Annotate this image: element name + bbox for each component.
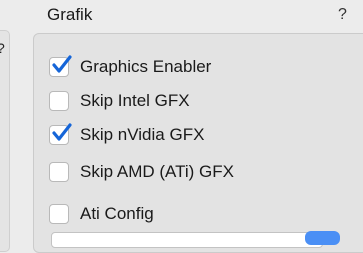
option-skip-amd-gfx[interactable]: Skip AMD (ATi) GFX — [49, 160, 234, 184]
skip-nvidia-gfx-label: Skip nVidia GFX — [80, 125, 205, 144]
help-button[interactable]: ? — [338, 6, 347, 24]
graphics-enabler-label: Graphics Enabler — [80, 57, 212, 76]
adjacent-panel-help-mark[interactable]: ? — [0, 40, 5, 56]
skip-intel-gfx-checkbox[interactable] — [49, 91, 69, 111]
graphics-enabler-checkbox[interactable] — [49, 55, 72, 77]
option-graphics-enabler[interactable]: Graphics Enabler — [49, 55, 211, 79]
ati-config-label: Ati Config — [80, 204, 154, 223]
skip-amd-gfx-checkbox[interactable] — [49, 162, 69, 182]
ati-config-checkbox[interactable] — [49, 204, 69, 224]
skip-intel-gfx-label: Skip Intel GFX — [80, 91, 190, 110]
checkmark-icon — [52, 123, 72, 141]
ati-config-select-arrow[interactable] — [305, 231, 340, 245]
ati-config-select[interactable] — [51, 232, 323, 248]
adjacent-panel: ? — [0, 30, 10, 252]
skip-nvidia-gfx-checkbox[interactable] — [49, 123, 72, 145]
skip-amd-gfx-label: Skip AMD (ATi) GFX — [80, 162, 234, 181]
option-ati-config[interactable]: Ati Config — [49, 202, 154, 226]
section-title: Grafik — [47, 5, 93, 24]
option-skip-nvidia-gfx[interactable]: Skip nVidia GFX — [49, 123, 204, 147]
option-skip-intel-gfx[interactable]: Skip Intel GFX — [49, 89, 190, 113]
checkmark-icon — [52, 55, 72, 73]
